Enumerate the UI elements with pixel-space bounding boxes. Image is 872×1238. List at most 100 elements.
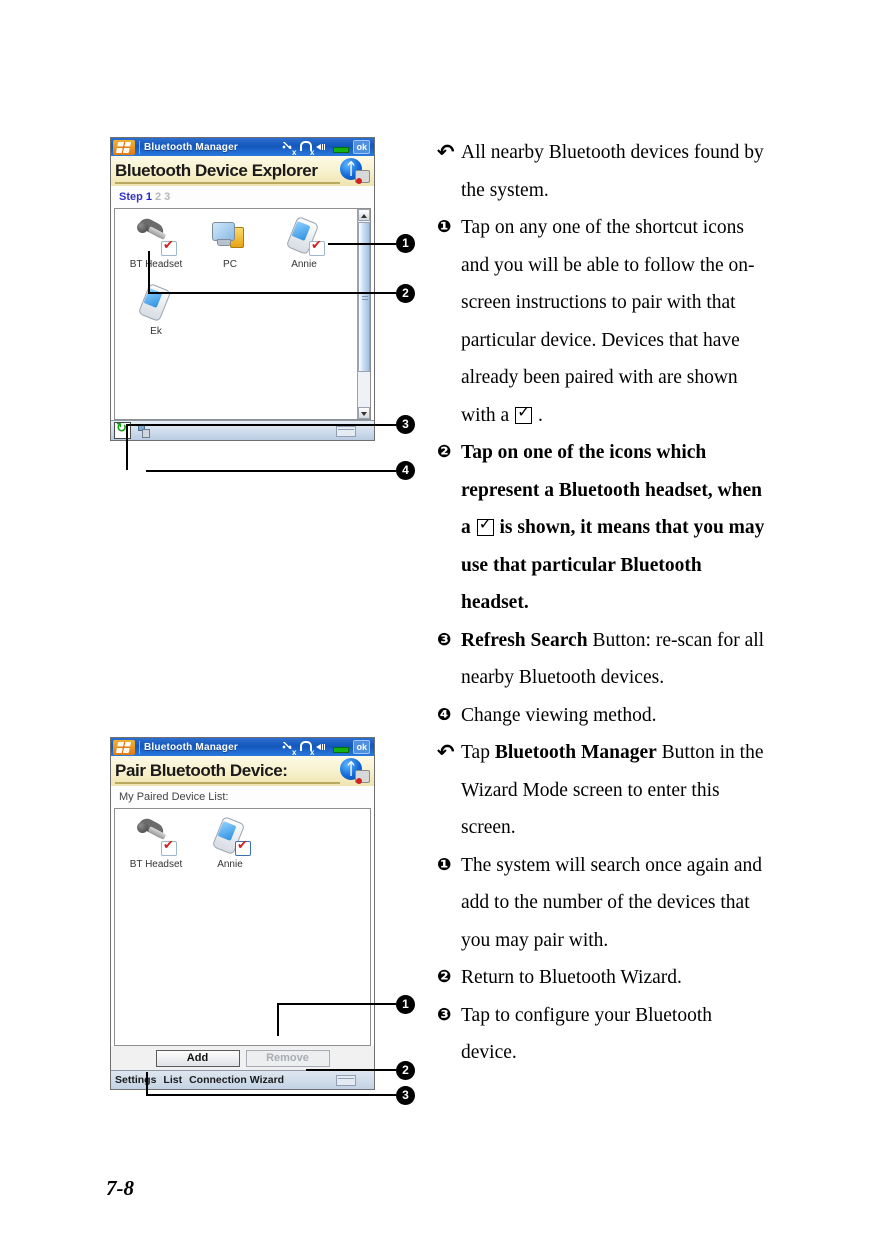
ok-button[interactable]: ok — [353, 740, 370, 754]
add-button[interactable]: Add — [155, 1049, 240, 1067]
speaker-icon[interactable] — [316, 741, 329, 754]
device-icon-grid: BT Headset Annie — [115, 809, 370, 1045]
paired-check-badge — [161, 839, 177, 856]
scroll-down-arrow-icon[interactable] — [358, 407, 370, 419]
device-label: BT Headset — [129, 259, 183, 270]
device-row: BT Headset PC Annie — [119, 215, 353, 270]
step-number-1[interactable]: 1 — [146, 191, 152, 203]
instruction-emphasis: Refresh Search — [461, 629, 588, 651]
command-bar: Settings List Connection Wizard — [111, 1070, 374, 1089]
device-row: BT Headset Annie — [119, 815, 366, 870]
instruction-text: Tap on any one of the shortcut icons and… — [461, 217, 755, 426]
step-label: Step — [119, 191, 143, 203]
device-label: Ek — [150, 326, 162, 337]
speaker-icon[interactable] — [316, 141, 329, 154]
bluetooth-logo-icon: ᛏ — [340, 158, 370, 184]
callout-marker-1b: 1 — [396, 995, 415, 1014]
instruction-item: ❸ Tap to configure your Bluetooth device. — [437, 997, 772, 1072]
checkmark-box-icon — [476, 514, 494, 536]
cmd-list[interactable]: List — [163, 1074, 182, 1086]
device-label: BT Headset — [129, 859, 183, 870]
instruction-text: The system will search once again and ad… — [461, 854, 763, 951]
callout-leader-3-vertical — [126, 424, 128, 470]
callout-marker-3: 3 — [396, 415, 415, 434]
input-panel-icon[interactable] — [336, 426, 356, 437]
instruction-item: ❷ Tap on one of the icons which represent… — [437, 434, 772, 622]
instruction-text: . — [533, 404, 543, 426]
start-menu-icon[interactable] — [113, 139, 135, 155]
device-item-annie[interactable]: Annie — [193, 815, 267, 870]
signal-icon[interactable] — [299, 140, 314, 157]
connectivity-icon[interactable] — [282, 141, 296, 157]
device-icon-grid: BT Headset PC Annie — [115, 209, 357, 419]
pda-taskbar — [111, 420, 374, 440]
callout-leader-2-vertical — [148, 251, 150, 294]
battery-icon — [333, 741, 350, 754]
instruction-marker-back-arrow: ↶ — [437, 740, 455, 764]
scroll-up-arrow-icon[interactable] — [358, 209, 370, 221]
instruction-item: ❶ The system will search once again and a… — [437, 847, 772, 960]
cmd-connection-wizard[interactable]: Connection Wizard — [189, 1074, 284, 1086]
paired-check-badge — [235, 839, 251, 856]
start-menu-icon[interactable] — [113, 739, 135, 755]
instruction-item: ❷ Return to Bluetooth Wizard. — [437, 959, 772, 997]
instruction-item: ↶ All nearby Bluetooth devices found by t… — [437, 134, 772, 209]
battery-icon — [333, 141, 350, 154]
callout-leader-1 — [328, 243, 396, 245]
callout-leader-4 — [146, 470, 396, 472]
ok-button[interactable]: ok — [353, 140, 370, 154]
instruction-item: ❸ Refresh Search Button: re-scan for all … — [437, 622, 772, 697]
instruction-marker-number-1: ❶ — [437, 217, 452, 237]
device-item-bt-headset[interactable]: BT Headset — [119, 215, 193, 270]
step-indicator: Step 1 2 3 — [111, 186, 374, 208]
step-number-2[interactable]: 2 — [155, 191, 161, 203]
callout-leader-3b — [146, 1094, 396, 1096]
instruction-marker-number-4: ❹ — [437, 704, 452, 725]
bluetooth-dot — [356, 178, 362, 184]
instruction-text: Tap to configure your Bluetooth device. — [461, 1004, 712, 1064]
device-item-bt-headset[interactable]: BT Headset — [119, 815, 193, 870]
instruction-marker-number-1: ❶ — [437, 854, 452, 875]
paired-device-list-panel[interactable]: BT Headset Annie — [114, 808, 371, 1046]
instruction-text: All nearby Bluetooth devices found by th… — [461, 142, 764, 201]
paired-check-badge — [309, 239, 325, 256]
instruction-marker-back-arrow: ↶ — [437, 140, 455, 164]
action-button-row: Add Remove — [111, 1046, 374, 1070]
scrollbar-grip — [362, 293, 368, 301]
vertical-scrollbar[interactable] — [357, 209, 370, 419]
page-number: 7-8 — [106, 1176, 134, 1200]
instruction-text: is shown, it means that you may use that… — [461, 517, 765, 613]
instruction-marker-number-3: ❸ — [437, 1004, 452, 1025]
pda-icon — [282, 215, 326, 257]
device-label: PC — [223, 259, 237, 270]
connectivity-icon[interactable] — [282, 741, 296, 757]
signal-icon[interactable] — [299, 740, 314, 757]
headset-icon — [134, 215, 178, 257]
checkmark-box-icon — [515, 402, 533, 424]
callout-marker-4: 4 — [396, 461, 415, 480]
paired-list-label: My Paired Device List: — [119, 791, 229, 803]
titlebar-separator — [139, 140, 140, 154]
pda-icon — [208, 815, 252, 857]
pda-icon — [134, 282, 178, 324]
instruction-item: ❹ Change viewing method. — [437, 697, 772, 735]
titlebar-status-icons: ok — [282, 740, 372, 757]
instruction-text: Return to Bluetooth Wizard. — [461, 967, 682, 988]
input-panel-icon[interactable] — [336, 1075, 356, 1086]
screen-header: Bluetooth Device Explorer ᛏ — [111, 156, 374, 186]
device-item-pc[interactable]: PC — [193, 217, 267, 270]
callout-leader-2b — [306, 1069, 396, 1071]
device-list-panel[interactable]: BT Headset PC Annie — [114, 208, 371, 420]
manual-page: Bluetooth Manager ok Bluetooth Device Ex… — [0, 0, 872, 1238]
instruction-marker-number-2: ❷ — [437, 967, 452, 987]
screen-header: Pair Bluetooth Device: ᛏ — [111, 756, 374, 786]
callout-marker-1: 1 — [396, 234, 415, 253]
step-number-3[interactable]: 3 — [164, 191, 170, 203]
callout-leader-2 — [148, 292, 396, 294]
pda-titlebar: Bluetooth Manager ok — [111, 738, 374, 757]
instructions-list-bottom: ↶ Tap Bluetooth Manager Button in the Wiz… — [437, 734, 772, 1072]
headset-icon — [134, 815, 178, 857]
cmd-settings[interactable]: Settings — [115, 1074, 156, 1086]
instruction-text: Change viewing method. — [461, 704, 657, 726]
pc-icon — [208, 217, 252, 257]
